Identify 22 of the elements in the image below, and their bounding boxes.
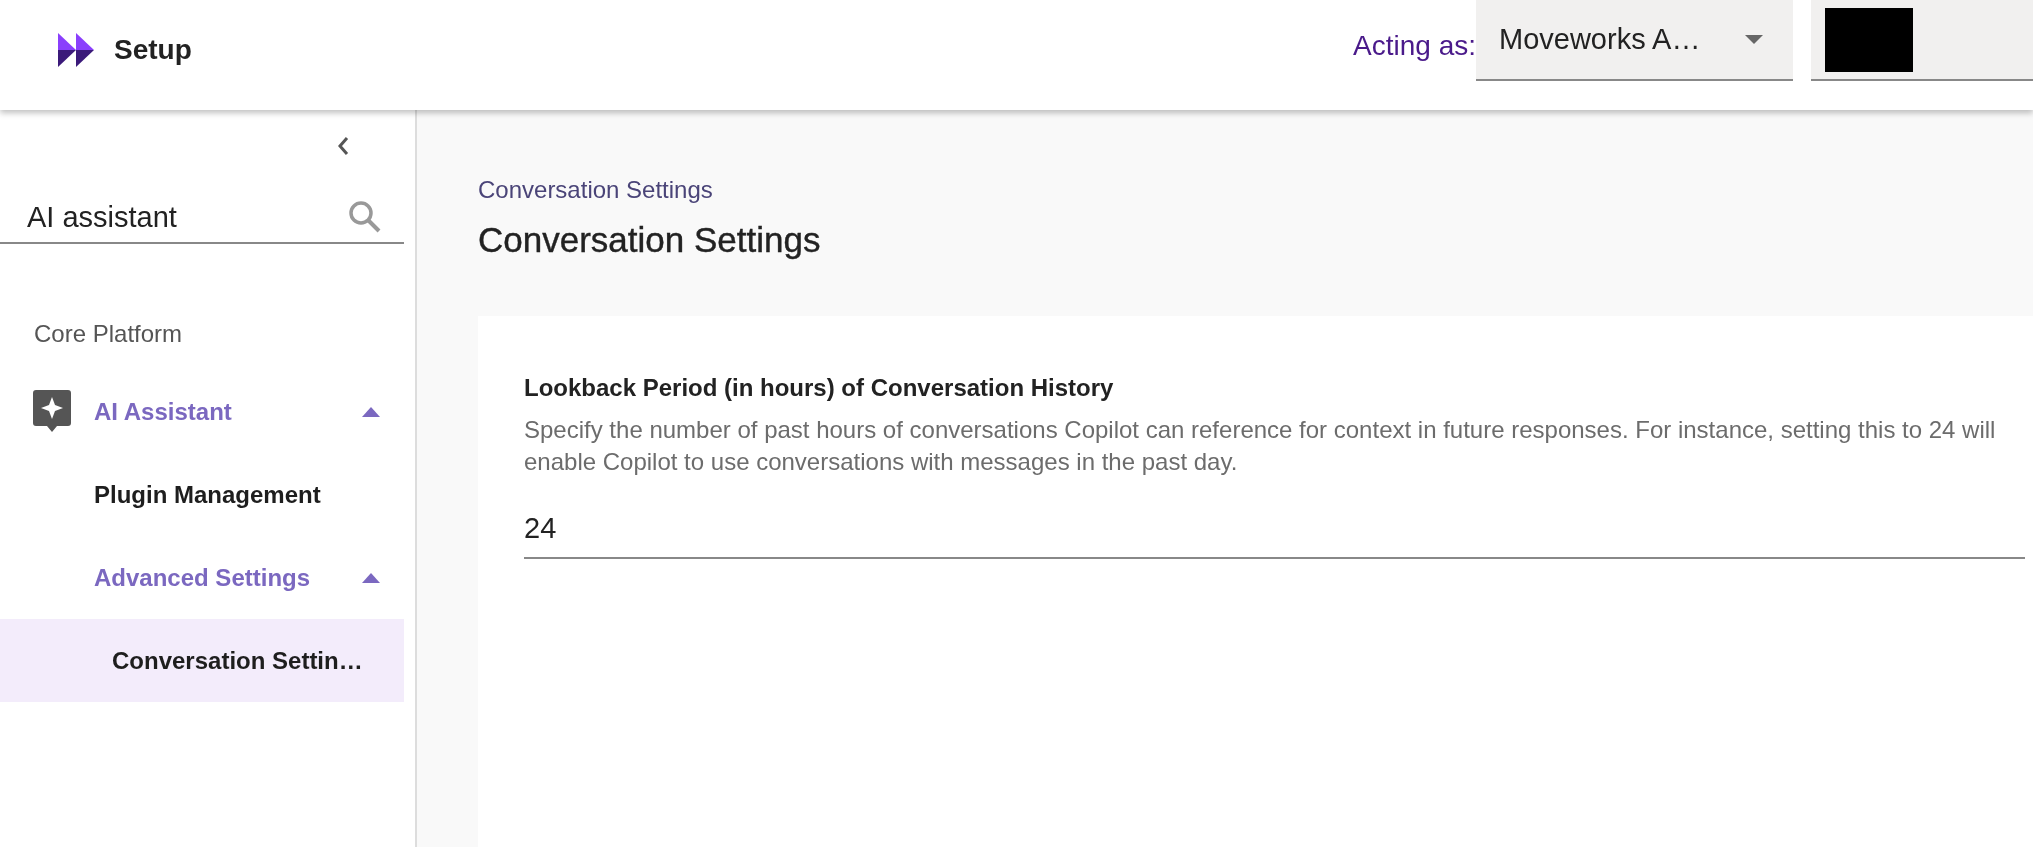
page-title: Conversation Settings — [478, 220, 822, 260]
user-menu[interactable] — [1811, 0, 2033, 81]
sidebar-item[interactable]: AI Assistant — [0, 370, 404, 453]
sidebar-item[interactable]: Plugin Management — [0, 453, 404, 536]
search-field[interactable]: AI assistant — [27, 200, 327, 234]
sparkle-chat-icon — [33, 390, 71, 432]
breadcrumb[interactable]: Conversation Settings — [478, 176, 2033, 204]
chevron-left-icon[interactable] — [337, 136, 349, 156]
search-icon[interactable] — [348, 200, 382, 234]
acting-as-label: Acting as: — [1353, 29, 1476, 62]
logo-icon — [58, 33, 94, 67]
account-dropdown[interactable]: Moveworks A… — [1476, 0, 1793, 81]
input-field[interactable]: 24 — [524, 478, 2025, 559]
caret-up-icon[interactable] — [362, 572, 380, 583]
sidebar-item[interactable]: Conversation Settin… — [0, 619, 404, 702]
setting-label: Lookback Period (in hours) of Conversation History — [524, 374, 1115, 402]
caret-down-icon — [1745, 35, 1763, 44]
caret-up-icon[interactable] — [362, 406, 380, 417]
app-title: Setup — [114, 34, 192, 66]
setting-description: Specify the number of past hours of conversations Copilot can reference for context in future responses. For instance, setting this to 24 will enable Copilot to use conversations with messages in the past day. — [524, 415, 1997, 477]
section-heading: Core Platform — [33, 319, 184, 349]
sidebar-item[interactable]: Advanced Settings — [0, 536, 404, 619]
